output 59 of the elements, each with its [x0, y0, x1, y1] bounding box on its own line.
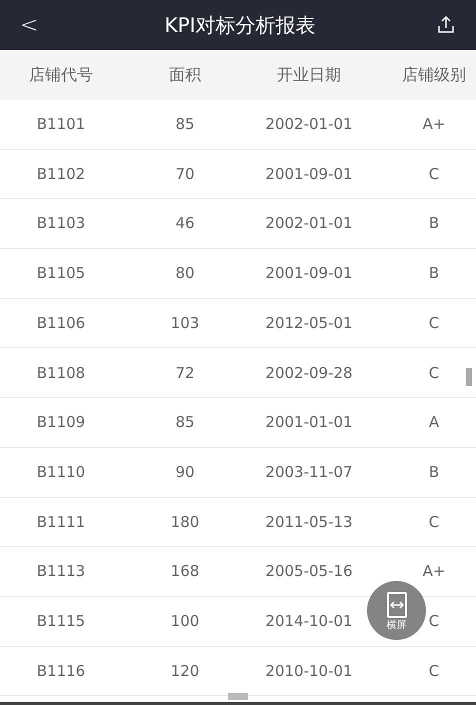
table-cell-text: A+: [422, 114, 446, 136]
table-cell-text: B1106: [36, 312, 86, 334]
table-cell-text: 2005-05-16: [265, 561, 353, 582]
table-cell-text: B: [428, 462, 440, 483]
table-cell-text: 2001-09-01: [265, 263, 353, 284]
table-cell-text: B1110: [36, 462, 86, 483]
table-cell-text: 120: [170, 660, 200, 682]
table-cell-text: B1105: [36, 263, 86, 284]
rotate-screen-button[interactable]: 横屏: [367, 581, 426, 640]
table-cell-text: 103: [170, 312, 200, 334]
table-cell-text: B1102: [36, 164, 86, 185]
table-cell-text: 100: [170, 610, 200, 632]
table-cell-text: B1113: [36, 561, 86, 582]
table-cell-text: A+: [422, 561, 446, 582]
table-cell-text: C: [428, 660, 440, 682]
table-cell-text: 2011-05-13: [265, 512, 353, 533]
scroll-indicator: [466, 368, 472, 386]
column-header: 面积: [169, 64, 201, 86]
column-header: 开业日期: [277, 64, 341, 86]
table-cell-text: C: [428, 512, 440, 533]
table-cell-text: 2014-10-01: [265, 610, 353, 632]
page-title: KPI对标分析报表: [164, 12, 316, 39]
column-header: 店铺代号: [29, 64, 93, 86]
table-cell-text: 2010-10-01: [265, 660, 353, 682]
table-cell-text: 72: [175, 362, 195, 384]
table-cell-text: C: [428, 362, 440, 384]
table-cell-text: 46: [175, 213, 195, 234]
table-cell-text: B1108: [36, 362, 86, 384]
share-icon[interactable]: [436, 15, 456, 35]
table-cell-text: 2002-09-28: [265, 362, 353, 384]
table-cell-text: 80: [175, 263, 195, 284]
table-cell-text: 85: [175, 412, 195, 434]
table-cell-text: B1111: [36, 512, 86, 533]
table-cell-text: 2003-11-07: [265, 462, 353, 483]
table-cell-text: 2001-09-01: [265, 164, 353, 185]
table-cell-text: A: [428, 412, 440, 434]
table-cell-text: B1101: [36, 114, 86, 136]
table-cell-text: 180: [170, 512, 200, 533]
table-cell-text: 168: [170, 561, 200, 582]
table-cell-text: 2012-05-01: [265, 312, 353, 334]
scroll-indicator: [228, 693, 248, 700]
table-cell-text: C: [428, 164, 440, 185]
table-cell-text: B1116: [36, 660, 86, 682]
table-cell-text: 2002-01-01: [265, 114, 353, 136]
table-cell-text: 90: [175, 462, 195, 483]
table-cell-text: B1115: [36, 610, 86, 632]
back-button[interactable]: <: [20, 8, 44, 42]
table-cell-text: B1109: [36, 412, 86, 434]
table-cell-text: C: [428, 610, 440, 632]
table-cell-text: B: [428, 263, 440, 284]
table-cell-text: 2002-01-01: [265, 213, 353, 234]
rotate-icon: [386, 590, 408, 618]
column-header: 店铺级别: [402, 64, 466, 86]
table-cell-text: B1103: [36, 213, 86, 234]
table-cell-text: 70: [175, 164, 195, 185]
table-cell-text: 2001-01-01: [265, 412, 353, 434]
table-cell-text: C: [428, 312, 440, 334]
table-cell-text: B: [428, 213, 440, 234]
table-cell-text: 85: [175, 114, 195, 136]
